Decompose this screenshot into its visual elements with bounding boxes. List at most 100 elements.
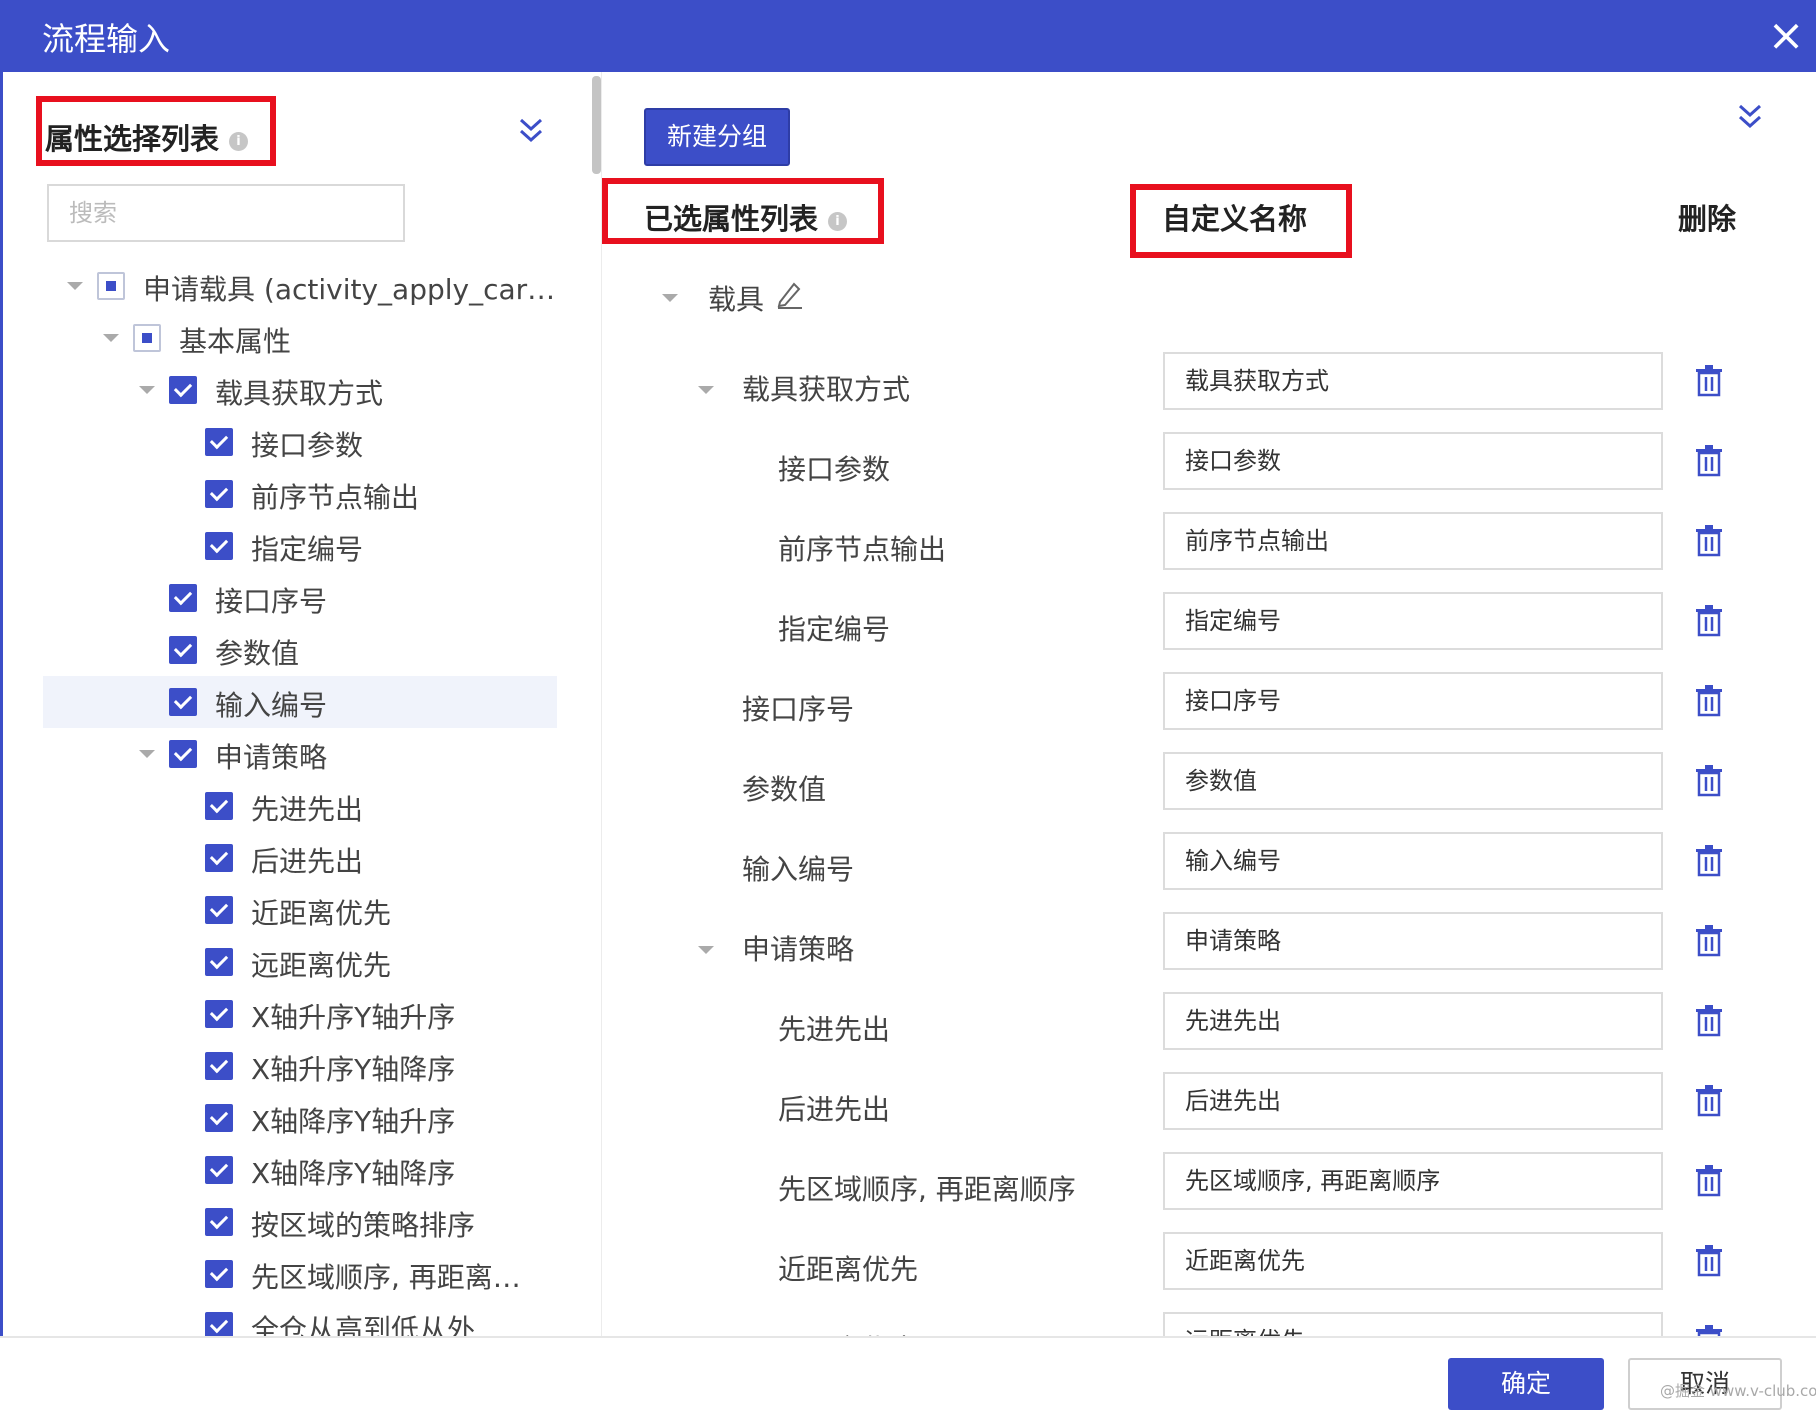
delete-icon[interactable] xyxy=(1694,444,1724,478)
custom-name-input[interactable]: 先区域顺序, 再距离顺序 xyxy=(1163,1152,1663,1210)
tree-checkbox[interactable] xyxy=(205,1260,233,1288)
tree-checkbox[interactable] xyxy=(205,1156,233,1184)
caret-down-icon[interactable] xyxy=(698,386,714,394)
tree-node[interactable]: 参数值 xyxy=(43,624,557,676)
tree-node[interactable]: 先区域顺序, 再距离… xyxy=(43,1248,557,1300)
tree-node-label: X轴降序Y轴降序 xyxy=(251,1157,456,1190)
attribute-label: 前序节点输出 xyxy=(778,533,947,566)
tree-node-label: 基本属性 xyxy=(179,325,292,358)
edit-icon[interactable] xyxy=(774,278,804,310)
custom-name-input[interactable]: 近距离优先 xyxy=(1163,1232,1663,1290)
custom-name-input[interactable]: 输入编号 xyxy=(1163,832,1663,890)
tree-node[interactable]: 远距离优先 xyxy=(43,936,557,988)
delete-icon[interactable] xyxy=(1694,1004,1724,1038)
delete-icon[interactable] xyxy=(1694,924,1724,958)
tree-node[interactable]: 全仓从高到低从外 xyxy=(43,1300,557,1336)
tree-checkbox[interactable] xyxy=(169,584,197,612)
tree-checkbox[interactable] xyxy=(205,1104,233,1132)
close-icon[interactable]: × xyxy=(1760,10,1812,62)
tree-checkbox[interactable] xyxy=(205,532,233,560)
tree-node[interactable]: 载具获取方式 xyxy=(43,364,557,416)
caret-down-icon[interactable] xyxy=(67,282,83,290)
delete-icon[interactable] xyxy=(1694,1244,1724,1278)
custom-name-input[interactable]: 前序节点输出 xyxy=(1163,512,1663,570)
tree-checkbox[interactable] xyxy=(205,1052,233,1080)
new-group-button[interactable]: 新建分组 xyxy=(644,108,790,166)
tree-checkbox[interactable] xyxy=(205,480,233,508)
caret-down-icon[interactable] xyxy=(662,294,678,302)
tree-checkbox[interactable] xyxy=(205,792,233,820)
delete-icon[interactable] xyxy=(1694,524,1724,558)
attribute-label: 参数值 xyxy=(742,773,827,806)
collapse-all-icon[interactable] xyxy=(517,116,545,146)
tree-checkbox[interactable] xyxy=(205,1312,233,1336)
delete-icon[interactable] xyxy=(1694,684,1724,718)
tree-node[interactable]: 申请载具 (activity_apply_car… xyxy=(43,260,557,312)
ok-button[interactable]: 确定 xyxy=(1448,1358,1604,1410)
tree-checkbox[interactable] xyxy=(205,1000,233,1028)
tree-checkbox[interactable] xyxy=(133,324,161,352)
tree-checkbox[interactable] xyxy=(169,636,197,664)
delete-header: 删除 xyxy=(1678,202,1737,236)
tree-node-label: 先进先出 xyxy=(251,793,364,826)
tree-node[interactable]: 申请策略 xyxy=(43,728,557,780)
tree-node-label: 输入编号 xyxy=(215,689,328,722)
tree-checkbox[interactable] xyxy=(205,948,233,976)
custom-name-input[interactable]: 参数值 xyxy=(1163,752,1663,810)
tree-node[interactable]: 近距离优先 xyxy=(43,884,557,936)
tree-node-label: 全仓从高到低从外 xyxy=(251,1313,476,1336)
custom-name-input[interactable]: 接口参数 xyxy=(1163,432,1663,490)
custom-name-input[interactable]: 先进先出 xyxy=(1163,992,1663,1050)
tree-node-label: 参数值 xyxy=(215,637,300,670)
collapse-all-icon[interactable] xyxy=(1736,102,1764,132)
tree-node[interactable]: X轴降序Y轴降序 xyxy=(43,1144,557,1196)
attribute-select-panel: 属性选择列表 i 搜索 申请载具 (activity_apply_car… 基本属性… xyxy=(0,72,603,1336)
tree-node-label: 指定编号 xyxy=(251,533,364,566)
attribute-label: 近距离优先 xyxy=(778,1253,919,1286)
custom-name-input[interactable]: 远距离优先 xyxy=(1163,1312,1663,1336)
delete-icon[interactable] xyxy=(1694,1164,1724,1198)
delete-icon[interactable] xyxy=(1694,1084,1724,1118)
tree-checkbox[interactable] xyxy=(169,376,197,404)
tree-checkbox[interactable] xyxy=(205,896,233,924)
tree-node-label: 先区域顺序, 再距离… xyxy=(251,1261,521,1294)
caret-down-icon[interactable] xyxy=(698,946,714,954)
tree-node[interactable]: 前序节点输出 xyxy=(43,468,557,520)
tree-checkbox[interactable] xyxy=(169,740,197,768)
delete-icon[interactable] xyxy=(1694,364,1724,398)
tree-node[interactable]: X轴升序Y轴降序 xyxy=(43,1040,557,1092)
tree-checkbox[interactable] xyxy=(205,1208,233,1236)
delete-icon[interactable] xyxy=(1694,844,1724,878)
custom-name-input[interactable]: 指定编号 xyxy=(1163,592,1663,650)
tree-node[interactable]: 接口参数 xyxy=(43,416,557,468)
tree-node[interactable]: 按区域的策略排序 xyxy=(43,1196,557,1248)
delete-icon[interactable] xyxy=(1694,764,1724,798)
custom-name-input[interactable]: 接口序号 xyxy=(1163,672,1663,730)
tree-checkbox[interactable] xyxy=(205,428,233,456)
tree-node[interactable]: 接口序号 xyxy=(43,572,557,624)
custom-name-input[interactable]: 载具获取方式 xyxy=(1163,352,1663,410)
left-scrollbar[interactable] xyxy=(592,76,601,174)
tree-node[interactable]: 指定编号 xyxy=(43,520,557,572)
tree-node-label: 前序节点输出 xyxy=(251,481,420,514)
search-input[interactable]: 搜索 xyxy=(47,184,405,242)
tree-node[interactable]: 先进先出 xyxy=(43,780,557,832)
tree-checkbox[interactable] xyxy=(169,688,197,716)
tree-node[interactable]: X轴降序Y轴升序 xyxy=(43,1092,557,1144)
delete-icon[interactable] xyxy=(1694,604,1724,638)
custom-name-input[interactable]: 申请策略 xyxy=(1163,912,1663,970)
delete-icon[interactable] xyxy=(1694,1324,1724,1336)
tree-checkbox[interactable] xyxy=(205,844,233,872)
caret-down-icon[interactable] xyxy=(103,334,119,342)
annotation-box xyxy=(36,96,276,166)
tree-checkbox[interactable] xyxy=(97,272,125,300)
attribute-label: 载具获取方式 xyxy=(742,373,911,406)
tree-node[interactable]: 基本属性 xyxy=(43,312,557,364)
tree-node[interactable]: X轴升序Y轴升序 xyxy=(43,988,557,1040)
tree-node[interactable]: 后进先出 xyxy=(43,832,557,884)
caret-down-icon[interactable] xyxy=(139,750,155,758)
caret-down-icon[interactable] xyxy=(139,386,155,394)
custom-name-input[interactable]: 后进先出 xyxy=(1163,1072,1663,1130)
attribute-label: 指定编号 xyxy=(778,613,891,646)
tree-node[interactable]: 输入编号 xyxy=(43,676,557,728)
